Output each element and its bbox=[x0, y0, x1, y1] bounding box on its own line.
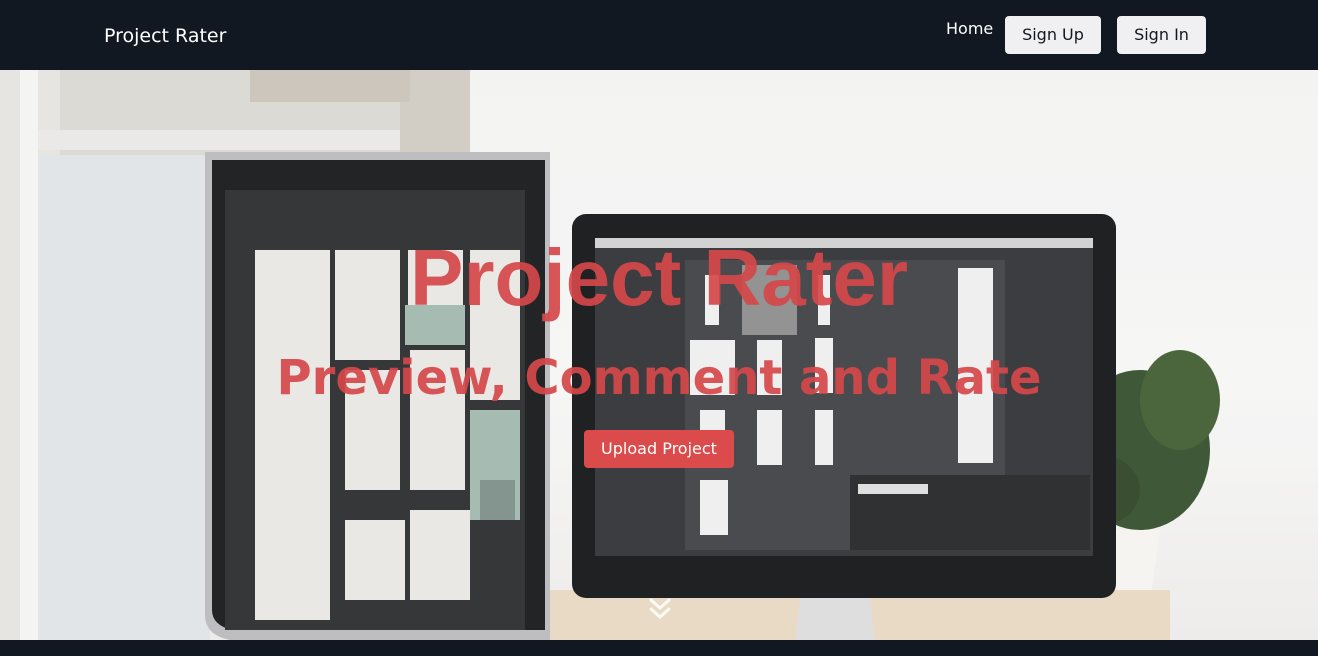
nav-home-link[interactable]: Home bbox=[946, 19, 993, 39]
brand-link[interactable]: Project Rater bbox=[104, 24, 226, 48]
top-navbar: Project Rater Home Sign Up Sign In bbox=[0, 0, 1318, 70]
sign-up-button[interactable]: Sign Up bbox=[1005, 16, 1101, 54]
upload-project-button[interactable]: Upload Project bbox=[584, 430, 734, 468]
double-chevron-down-icon[interactable] bbox=[647, 596, 673, 622]
hero-section: Project Rater Preview, Comment and Rate … bbox=[0, 70, 1318, 640]
hero-subtitle: Preview, Comment and Rate bbox=[276, 350, 1042, 406]
sign-in-button[interactable]: Sign In bbox=[1117, 16, 1206, 54]
hero-title: Project Rater bbox=[410, 233, 908, 322]
footer-strip bbox=[0, 640, 1318, 656]
